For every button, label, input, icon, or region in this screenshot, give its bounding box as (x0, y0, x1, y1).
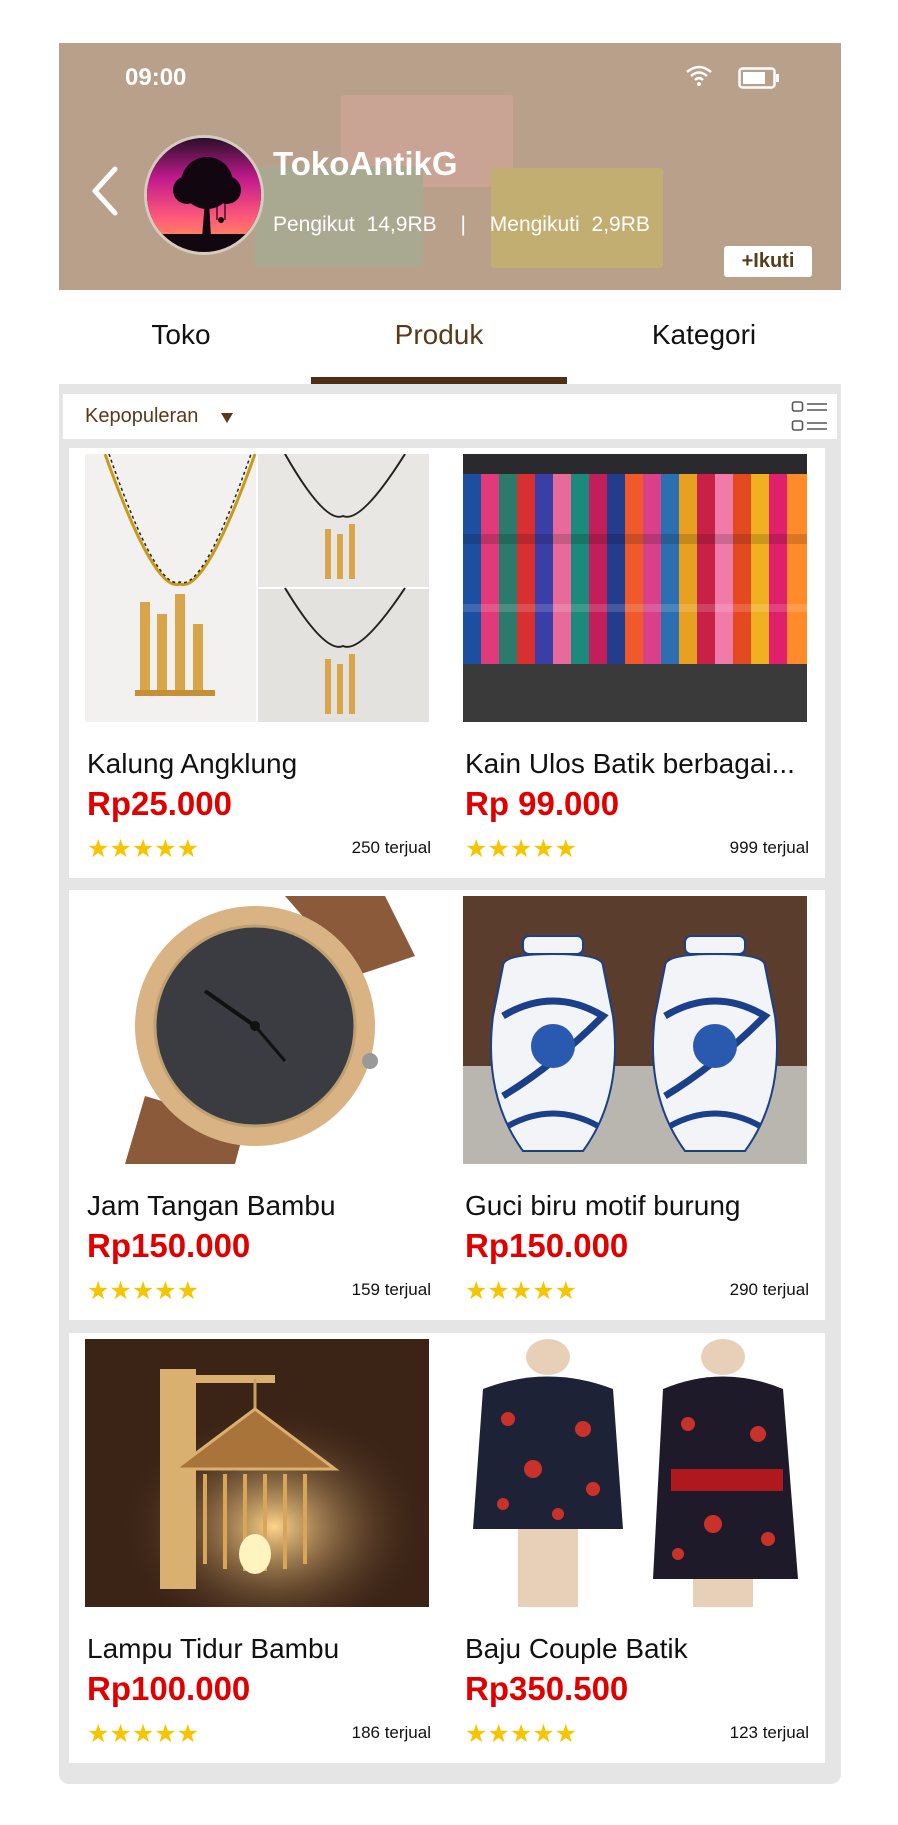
product-card[interactable]: Baju Couple Batik Rp350.500 ★★★★★ 123 te… (447, 1333, 825, 1763)
five-stars-icon: ★★★★★ (465, 835, 578, 863)
tab-toko[interactable]: Toko (59, 290, 303, 384)
followers-count: 14,9RB (366, 213, 437, 236)
tree-swing-image (147, 138, 261, 252)
product-image-watch[interactable] (85, 896, 429, 1164)
product-card[interactable]: Lampu Tidur Bambu Rp100.000 ★★★★★ 186 te… (69, 1333, 447, 1763)
sold-count: 123 terjual (729, 1723, 809, 1742)
status-time: 09:00 (125, 64, 187, 91)
product-name: Kain Ulos Batik berbagai... (465, 748, 795, 779)
product-price: Rp350.500 (465, 1670, 629, 1707)
product-card[interactable]: Kain Ulos Batik berbagai... Rp 99.000 ★★… (447, 448, 825, 878)
avatar[interactable] (144, 135, 264, 255)
sold-count: 290 terjual (729, 1280, 809, 1299)
following-label: Mengikuti (489, 213, 580, 236)
chevron-left-icon[interactable] (85, 161, 125, 221)
five-stars-icon: ★★★★★ (87, 1720, 200, 1748)
battery-icon (738, 67, 779, 89)
product-price: Rp25.000 (87, 785, 232, 822)
product-image-batik[interactable] (463, 1339, 807, 1607)
five-stars-icon: ★★★★★ (87, 1277, 200, 1305)
product-name: Jam Tangan Bambu (87, 1190, 336, 1221)
product-card[interactable]: Jam Tangan Bambu Rp150.000 ★★★★★ 159 ter… (69, 890, 447, 1320)
follow-button[interactable]: +Ikuti (724, 246, 812, 277)
tab-produk[interactable]: Produk (311, 290, 567, 384)
following-count: 2,9RB (591, 213, 650, 236)
phone-frame: 09:00 TokoAntikG Pengikut 14,9RB | Mengi… (59, 43, 841, 1784)
product-name: Lampu Tidur Bambu (87, 1633, 340, 1664)
sold-count: 250 terjual (351, 838, 431, 857)
sold-count: 159 terjual (351, 1280, 431, 1299)
sort-bar: Kepopuleran (63, 394, 837, 439)
product-image-jars[interactable] (463, 896, 807, 1164)
list-view-icon[interactable] (791, 399, 829, 435)
shop-stats: Pengikut 14,9RB | Mengikuti 2,9RB (273, 213, 650, 237)
sold-count: 999 terjual (729, 838, 809, 857)
followers-label: Pengikut (273, 213, 355, 236)
product-price: Rp150.000 (465, 1227, 629, 1264)
product-image-ulos[interactable] (463, 454, 807, 722)
sold-count: 186 terjual (351, 1723, 431, 1742)
product-image-lamp[interactable] (85, 1339, 429, 1607)
active-tab-indicator (311, 377, 567, 384)
product-price: Rp100.000 (87, 1670, 251, 1707)
five-stars-icon: ★★★★★ (87, 835, 200, 863)
product-image-necklace[interactable] (85, 454, 429, 722)
product-price: Rp 99.000 (465, 785, 620, 822)
sort-dropdown[interactable]: Kepopuleran (85, 405, 198, 428)
product-card[interactable]: Kalung Angklung Rp25.000 ★★★★★ 250 terju… (69, 448, 447, 878)
stats-separator: | (460, 213, 466, 236)
shop-name: TokoAntikG (273, 145, 458, 182)
caret-down-icon[interactable] (221, 413, 233, 423)
product-name: Guci biru motif burung (465, 1190, 741, 1221)
product-name: Kalung Angklung (87, 748, 298, 779)
shop-header: 09:00 TokoAntikG Pengikut 14,9RB | Mengi… (59, 43, 841, 290)
five-stars-icon: ★★★★★ (465, 1277, 578, 1305)
tab-kategori[interactable]: Kategori (573, 290, 835, 384)
five-stars-icon: ★★★★★ (465, 1720, 578, 1748)
tab-bar: Toko Produk Kategori (59, 290, 841, 384)
product-card[interactable]: Guci biru motif burung Rp150.000 ★★★★★ 2… (447, 890, 825, 1320)
product-price: Rp150.000 (87, 1227, 251, 1264)
wifi-icon (686, 65, 712, 86)
product-name: Baju Couple Batik (465, 1633, 688, 1664)
